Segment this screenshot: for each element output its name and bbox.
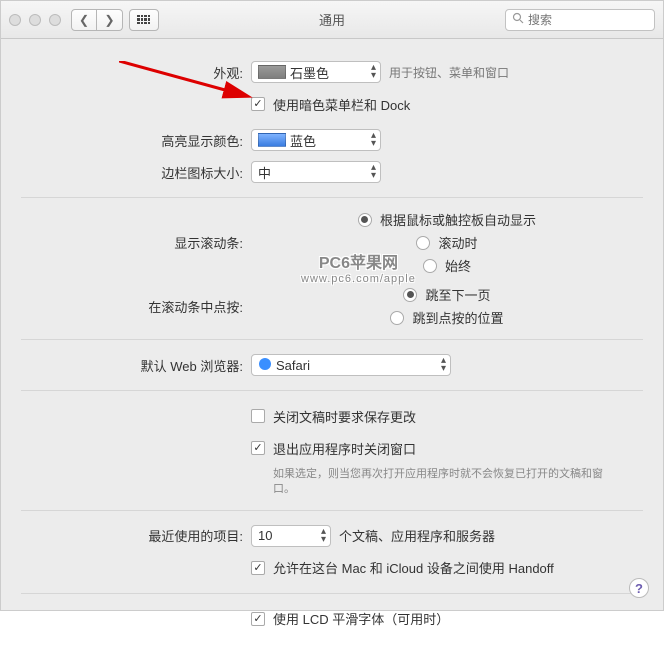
scrollbar-radio-scrolling[interactable] [416, 236, 430, 250]
show-all-button[interactable] [129, 9, 159, 31]
highlight-value: 蓝色 [290, 131, 316, 150]
separator [21, 339, 643, 340]
search-input[interactable] [528, 13, 664, 27]
zoom-window-button[interactable] [49, 14, 61, 26]
scroll-click-radio-spot[interactable] [390, 311, 404, 325]
search-field[interactable]: ✕ [505, 9, 655, 31]
nav-segment: ❮ ❯ [71, 9, 123, 31]
scroll-click-option-spot: 跳到点按的位置 [412, 308, 503, 327]
handoff-checkbox[interactable] [251, 561, 265, 575]
appearance-value: 石墨色 [290, 63, 329, 82]
updown-arrows-icon: ▴▾ [321, 528, 326, 544]
traffic-lights [9, 14, 61, 26]
general-prefs-window: ❮ ❯ 通用 ✕ 外观: 石墨色 [0, 0, 664, 611]
updown-arrows-icon: ▴▾ [371, 64, 376, 80]
close-windows-label: 退出应用程序时关闭窗口 [273, 439, 416, 458]
scrollbar-label: 显示滚动条: [21, 233, 251, 252]
separator [21, 593, 643, 594]
blue-swatch-icon [258, 133, 286, 147]
dark-menubar-label: 使用暗色菜单栏和 Dock [273, 95, 410, 114]
default-browser-label: 默认 Web 浏览器: [21, 356, 251, 375]
separator [21, 510, 643, 511]
chevron-left-icon: ❮ [79, 13, 89, 27]
lcd-font-checkbox[interactable] [251, 612, 265, 626]
recent-items-select[interactable]: 10 ▴▾ [251, 525, 331, 547]
ask-save-checkbox[interactable] [251, 409, 265, 423]
close-window-button[interactable] [9, 14, 21, 26]
titlebar: ❮ ❯ 通用 ✕ [1, 1, 663, 39]
recent-items-suffix: 个文稿、应用程序和服务器 [339, 526, 495, 545]
separator [21, 390, 643, 391]
scrollbar-option-scrolling: 滚动时 [438, 233, 477, 252]
back-button[interactable]: ❮ [71, 9, 97, 31]
handoff-label: 允许在这台 Mac 和 iCloud 设备之间使用 Handoff [273, 558, 554, 577]
safari-icon [258, 357, 272, 374]
sidebar-size-label: 边栏图标大小: [21, 163, 251, 182]
scrollbar-option-always: 始终 [445, 256, 471, 275]
scrollbar-radio-always[interactable] [423, 259, 437, 273]
default-browser-value: Safari [276, 358, 310, 373]
sidebar-size-value: 中 [258, 163, 271, 182]
forward-button[interactable]: ❯ [97, 9, 123, 31]
appearance-label: 外观: [21, 63, 251, 82]
recent-items-value: 10 [258, 528, 272, 543]
scroll-click-option-page: 跳至下一页 [425, 285, 490, 304]
updown-arrows-icon: ▴▾ [371, 132, 376, 148]
scroll-click-radio-page[interactable] [403, 288, 417, 302]
appearance-select[interactable]: 石墨色 ▴▾ [251, 61, 381, 83]
close-windows-checkbox[interactable] [251, 441, 265, 455]
scrollbar-radio-auto[interactable] [358, 213, 372, 227]
dark-menubar-checkbox[interactable] [251, 97, 265, 111]
close-windows-hint: 如果选定，则当您再次打开应用程序时就不会恢复已打开的文稿和窗口。 [273, 467, 613, 498]
default-browser-select[interactable]: Safari ▴▾ [251, 354, 451, 376]
appearance-hint: 用于按钮、菜单和窗口 [389, 64, 509, 81]
grid-icon [137, 15, 151, 25]
graphite-swatch-icon [258, 65, 286, 79]
search-icon [512, 12, 524, 27]
help-button[interactable]: ? [629, 578, 649, 598]
updown-arrows-icon: ▴▾ [371, 164, 376, 180]
highlight-select[interactable]: 蓝色 ▴▾ [251, 129, 381, 151]
updown-arrows-icon: ▴▾ [441, 357, 446, 373]
sidebar-size-select[interactable]: 中 ▴▾ [251, 161, 381, 183]
lcd-font-label: 使用 LCD 平滑字体（可用时） [273, 609, 449, 628]
chevron-right-icon: ❯ [104, 13, 114, 27]
separator [21, 197, 643, 198]
content-area: 外观: 石墨色 ▴▾ 用于按钮、菜单和窗口 使用暗色菜单栏和 Dock 高亮显示… [1, 39, 663, 648]
minimize-window-button[interactable] [29, 14, 41, 26]
scrollbar-option-auto: 根据鼠标或触控板自动显示 [380, 210, 536, 229]
recent-items-label: 最近使用的项目: [21, 526, 251, 545]
help-icon: ? [635, 581, 643, 596]
highlight-label: 高亮显示颜色: [21, 131, 251, 150]
scroll-click-label: 在滚动条中点按: [21, 297, 251, 316]
ask-save-label: 关闭文稿时要求保存更改 [273, 407, 416, 426]
